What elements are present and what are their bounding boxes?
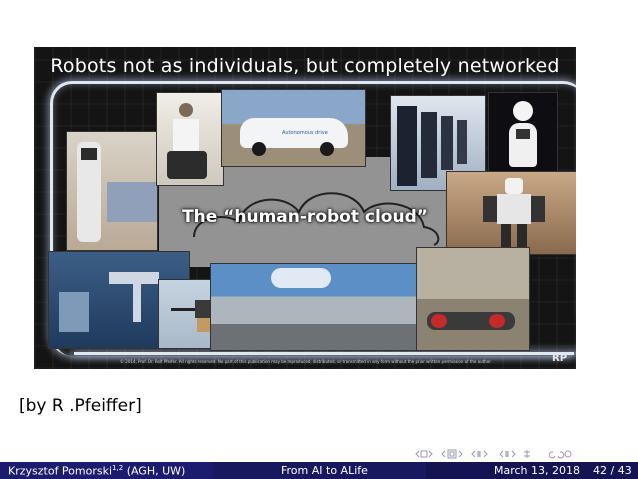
image-copyright: © 2014, Prof. Dr. Rolf Pfeifer. All righ… [120,359,492,364]
car-label: Autonomous drive [282,130,328,136]
autonomous-car-photo: Autonomous drive [221,89,366,167]
rescue-robot-photo [416,247,530,351]
nav-subsection-icon[interactable] [471,450,488,458]
wheelchair-photo [156,92,224,186]
warehouse-photo [210,263,418,351]
footer-title: From AI to ALife [281,464,368,477]
footer-bar: Krzysztof Pomorski1,2 (AGH, UW) From AI … [0,462,638,479]
image-title: Robots not as individuals, but completel… [50,55,560,77]
footer-page: 42 / 43 [593,464,632,477]
nav-search-icon[interactable] [548,450,572,459]
slide-image: Robots not as individuals, but completel… [34,47,576,369]
nav-align-icon[interactable] [524,450,530,458]
footer-date: March 13, 2018 [494,464,581,477]
footer-affiliation: (AGH, UW) [126,464,186,478]
footer-author-sup: 1,2 [112,464,124,472]
hospital-robot-photo [66,131,158,251]
cloud-label: The “human-robot cloud” [182,207,428,227]
nav-section-icon[interactable] [499,450,516,458]
beamer-navigation [413,447,633,461]
glow-frame-bottom [74,352,574,355]
nav-first-slide-icon[interactable] [415,450,433,458]
image-credit: [by R .Pfeiffer] [19,396,142,416]
footer-author-block: Krzysztof Pomorski1,2 (AGH, UW) [8,464,185,478]
pepper-robot-photo [488,92,558,174]
footer-author: Krzysztof Pomorski [8,464,113,478]
nav-frame-icon[interactable] [441,449,463,459]
rp-logo: RP [552,353,568,364]
